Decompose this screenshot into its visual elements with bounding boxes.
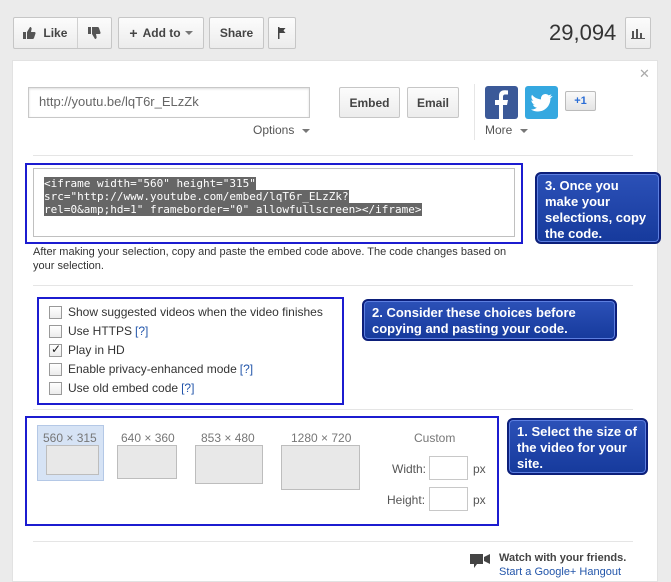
chevron-down-icon (519, 128, 528, 133)
share-url-input[interactable]: http://youtu.be/lqT6r_ELzZk (28, 87, 310, 118)
stats-button[interactable] (625, 17, 651, 49)
like-label: Like (43, 26, 68, 40)
plus-icon: + (129, 25, 138, 41)
add-to-button[interactable]: + Add to (118, 17, 204, 49)
divider (33, 409, 633, 410)
embed-button[interactable]: Embed (339, 87, 400, 118)
view-count: 29,094 (549, 20, 617, 45)
option-label: Use old embed code (68, 381, 179, 395)
embed-note: After making your selection, copy and pa… (33, 246, 507, 272)
custom-size-label: Custom (414, 431, 456, 445)
size-option-640[interactable] (117, 445, 177, 479)
checkbox[interactable] (49, 381, 62, 395)
size-label: 1280 × 720 (291, 431, 352, 445)
thumbs-down-icon[interactable] (78, 26, 111, 40)
share-label: Share (219, 26, 254, 40)
chevron-down-icon (184, 31, 193, 35)
option-label: Use HTTPS (68, 324, 133, 338)
more-label: More (485, 123, 513, 137)
hangout-link[interactable]: Start a Google+ Hangout (499, 566, 621, 578)
help-link[interactable]: [?] (240, 362, 253, 376)
chevron-down-icon (301, 128, 310, 133)
embed-code-textarea[interactable]: <iframe width="560" height="315" src="ht… (33, 168, 515, 237)
help-link[interactable]: [?] (181, 381, 194, 395)
callout-step-3: 3. Once you make your selections, copy t… (535, 172, 661, 244)
option-old-embed-code[interactable]: Use old embed code [?] (49, 380, 194, 396)
like-button[interactable]: Like (13, 17, 112, 49)
close-icon[interactable]: ✕ (639, 66, 650, 82)
divider (474, 84, 475, 140)
email-label: Email (416, 95, 449, 110)
add-to-label: Add to (142, 26, 181, 40)
size-label: 853 × 480 (201, 431, 255, 445)
share-button[interactable]: Share (209, 17, 264, 49)
option-suggested-videos[interactable]: Show suggested videos when the video fin… (49, 304, 323, 320)
option-label: Enable privacy-enhanced mode (68, 362, 237, 376)
options-label: Options (253, 123, 295, 137)
email-button[interactable]: Email (407, 87, 459, 118)
callout-step-1: 1. Select the size of the video for your… (507, 418, 648, 475)
width-unit-label: px (473, 462, 486, 476)
height-unit-label: px (473, 493, 486, 507)
help-link[interactable]: [?] (135, 324, 148, 338)
flag-icon (278, 27, 286, 39)
checkbox[interactable] (49, 324, 62, 338)
embed-code-line: src="http://www.youtube.com/embed/lqT6r_… (44, 190, 349, 203)
divider (33, 155, 633, 156)
option-use-https[interactable]: Use HTTPS [?] (49, 323, 148, 339)
google-plus-one-button[interactable]: +1 (565, 91, 596, 111)
options-dropdown[interactable]: Options (253, 123, 310, 137)
thumbs-up-icon (14, 26, 43, 40)
width-label: Width: (392, 462, 427, 476)
hangout-title: Watch with your friends. (499, 552, 627, 564)
custom-width-input[interactable] (429, 456, 468, 480)
option-label: Play in HD (68, 343, 125, 357)
size-option-853[interactable] (195, 445, 263, 484)
embed-code-line: <iframe width="560" height="315" (44, 177, 256, 190)
option-play-in-hd[interactable]: Play in HD (49, 342, 125, 358)
flag-button[interactable] (268, 17, 296, 49)
size-preview (46, 445, 99, 475)
video-camera-icon (470, 554, 490, 568)
more-dropdown[interactable]: More (485, 123, 528, 137)
twitter-icon[interactable] (525, 86, 558, 119)
embed-label: Embed (349, 95, 390, 110)
size-label: 640 × 360 (121, 431, 175, 445)
option-label: Show suggested videos when the video fin… (68, 305, 323, 319)
google-plus-one-label: +1 (574, 95, 587, 107)
size-option-1280[interactable] (281, 445, 360, 490)
callout-step-2: 2. Consider these choices before copying… (362, 299, 617, 341)
height-label: Height: (387, 493, 426, 507)
embed-code-line: rel=0&amp;hd=1" frameborder="0" allowful… (44, 203, 422, 216)
checkbox[interactable] (49, 362, 62, 376)
bar-chart-icon (631, 29, 645, 39)
divider (33, 285, 633, 286)
facebook-icon[interactable] (485, 86, 518, 119)
divider (33, 541, 633, 542)
size-label: 560 × 315 (43, 431, 97, 445)
checkbox[interactable] (49, 305, 62, 319)
custom-height-input[interactable] (429, 487, 468, 511)
option-privacy-enhanced[interactable]: Enable privacy-enhanced mode [?] (49, 361, 253, 377)
checkbox[interactable] (49, 342, 62, 357)
